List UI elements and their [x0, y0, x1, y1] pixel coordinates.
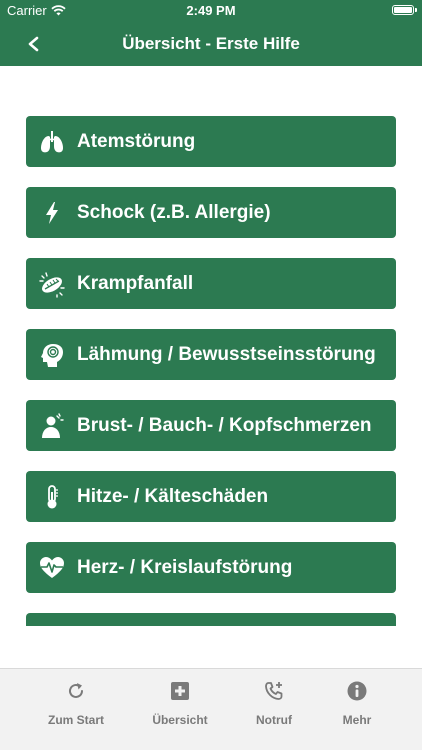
tab-label: Mehr: [342, 713, 372, 727]
menu-item-label: Lähmung / Bewusstseinsstörung: [77, 343, 376, 365]
tab-label: Notruf: [256, 713, 292, 727]
lightning-icon: [38, 199, 66, 227]
person-pain-icon: [38, 412, 66, 440]
menu-item-laehmung[interactable]: Lähmung / Bewusstseinsstörung: [26, 329, 396, 380]
tab-label: Übersicht: [152, 713, 208, 727]
refresh-icon: [64, 679, 88, 703]
seizure-icon: [38, 270, 66, 298]
menu-item-partial[interactable]: [26, 613, 396, 626]
menu-item-herz-kreislauf[interactable]: Herz- / Kreislaufstörung: [26, 542, 396, 593]
menu-item-atemstoerung[interactable]: Atemstörung: [26, 116, 396, 167]
tab-mehr[interactable]: Mehr: [307, 679, 407, 729]
menu-item-schmerzen[interactable]: Brust- / Bauch- / Kopfschmerzen: [26, 400, 396, 451]
tab-bar: Zum Start Übersicht Notruf Mehr: [0, 668, 422, 750]
lungs-icon: [38, 128, 66, 156]
menu-item-label: Krampfanfall: [77, 272, 194, 294]
info-icon: [345, 679, 369, 703]
heart-pulse-icon: [38, 554, 66, 582]
head-spiral-icon: [38, 341, 66, 369]
topic-list[interactable]: Atemstörung Schock (z.B. Allergie) Kramp…: [0, 66, 422, 626]
menu-item-krampfanfall[interactable]: Krampfanfall: [26, 258, 396, 309]
menu-item-label: Herz- / Kreislaufstörung: [77, 556, 293, 578]
thermometer-icon: [38, 483, 66, 511]
tab-uebersicht[interactable]: Übersicht: [130, 679, 230, 729]
status-bar: Carrier 2:49 PM: [0, 0, 422, 22]
page-title: Übersicht - Erste Hilfe: [122, 34, 300, 53]
menu-item-label: Atemstörung: [77, 130, 196, 152]
tab-zum-start[interactable]: Zum Start: [26, 679, 126, 729]
menu-item-schock[interactable]: Schock (z.B. Allergie): [26, 187, 396, 238]
menu-item-label: Brust- / Bauch- / Kopfschmerzen: [77, 414, 372, 436]
medical-cross-icon: [168, 679, 192, 703]
menu-item-label: Schock (z.B. Allergie): [77, 201, 271, 223]
menu-item-label: Hitze- / Kälteschäden: [77, 485, 269, 507]
status-time: 2:49 PM: [186, 3, 236, 18]
phone-plus-icon: [262, 679, 286, 703]
menu-item-hitze-kaelte[interactable]: Hitze- / Kälteschäden: [26, 471, 396, 522]
navigation-bar: Übersicht - Erste Hilfe: [0, 22, 422, 66]
tab-label: Zum Start: [47, 713, 104, 727]
battery-icon: [392, 5, 417, 15]
